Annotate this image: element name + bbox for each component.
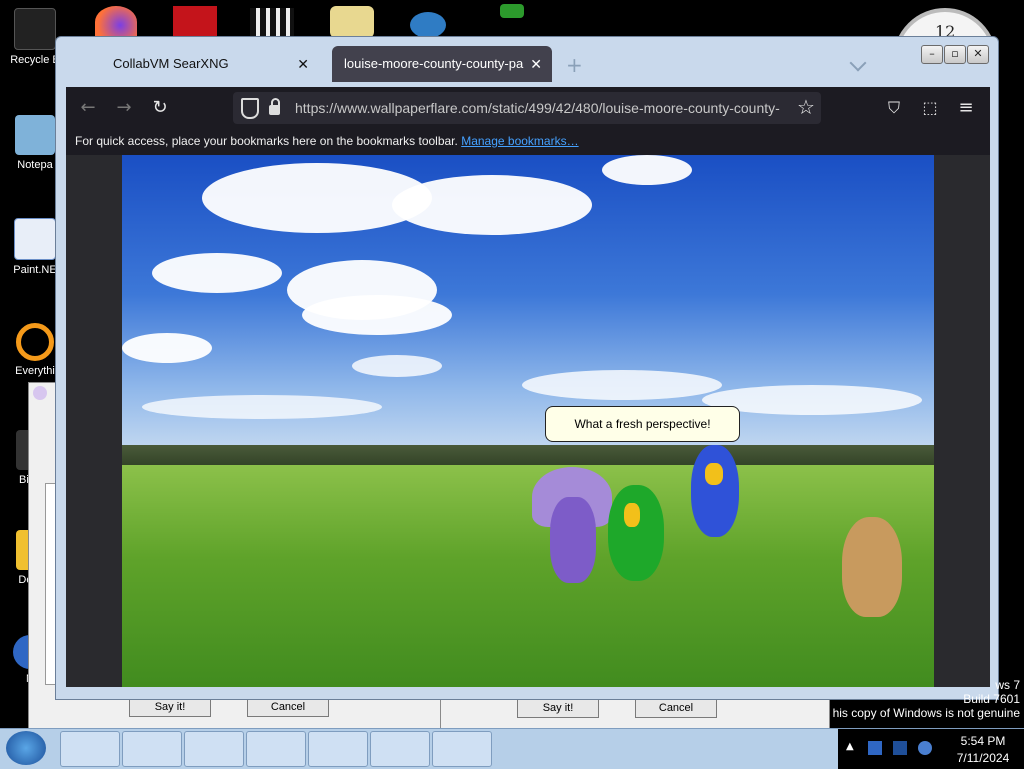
watermark-line-3: his copy of Windows is not genuine: [832, 706, 1020, 720]
lock-shackle: [271, 98, 280, 107]
tab-close-icon[interactable]: ✕: [530, 46, 542, 82]
manage-bookmarks-link[interactable]: Manage bookmarks…: [461, 134, 578, 148]
grass: [122, 465, 934, 687]
paintnet-icon: [14, 218, 56, 260]
app-desktop-icon[interactable]: [410, 12, 446, 38]
wallpaper-image: [122, 155, 934, 687]
hamster-character[interactable]: [842, 517, 902, 617]
agent-desktop-icon[interactable]: [330, 6, 374, 38]
bird-body: [691, 445, 739, 537]
cloud: [122, 333, 212, 363]
browser-chrome: ← → ↻ https://www.wallpaperflare.com/sta…: [66, 87, 990, 687]
tray-arrow-icon[interactable]: ▲: [846, 741, 854, 752]
new-tab-button[interactable]: +: [566, 53, 583, 77]
tray-date[interactable]: 7/11/2024: [948, 751, 1018, 765]
desktop-icon-label: Paint.NE: [13, 264, 57, 276]
dialog-icon: [33, 386, 47, 400]
taskbar-item-agent-1[interactable]: [184, 731, 244, 767]
extensions-icon[interactable]: ⬚: [917, 95, 943, 121]
taskbar-item-agent-2[interactable]: [308, 731, 368, 767]
taskbar-item-terminal[interactable]: [60, 731, 120, 767]
forward-arrow-icon[interactable]: →: [111, 95, 137, 121]
say-it-button[interactable]: Say it!: [129, 697, 211, 717]
say-it-button[interactable]: Say it!: [517, 698, 599, 718]
network-icon[interactable]: [893, 741, 907, 755]
desktop-icon-label: Notepa: [17, 159, 53, 171]
taskbar-item-firefox[interactable]: [432, 731, 492, 767]
reload-icon[interactable]: ↻: [147, 95, 173, 121]
cloud: [352, 355, 442, 377]
firefox-desktop-icon[interactable]: [95, 6, 137, 38]
tab-label: louise-moore-county-county-park: [344, 56, 524, 71]
desktop-icon-label: Recycle B: [10, 54, 60, 66]
watermark-line-1: ws 7: [995, 678, 1020, 692]
cloud: [152, 253, 282, 293]
media-desktop-icon[interactable]: [250, 8, 294, 38]
watermark-line-2: Build 7601: [963, 692, 1020, 706]
back-arrow-icon[interactable]: ←: [75, 95, 101, 121]
close-button[interactable]: ✕: [967, 45, 989, 64]
taskbar-item-explorer[interactable]: [370, 731, 430, 767]
tab-close-icon[interactable]: ✕: [297, 46, 309, 82]
cloud: [392, 175, 592, 235]
maximize-button[interactable]: ▫: [944, 45, 966, 64]
tray-time[interactable]: 5:54 PM: [948, 734, 1018, 748]
volume-icon[interactable]: [918, 741, 932, 755]
bonzi-purple-character[interactable]: [532, 467, 612, 585]
address-bar[interactable]: https://www.wallpaperflare.com/static/49…: [233, 92, 821, 124]
taskbar: ▲ 5:54 PM 7/11/2024: [0, 728, 1024, 769]
tray-app-icon[interactable]: [868, 741, 882, 755]
bookmark-star-icon[interactable]: ☆: [797, 95, 815, 119]
bookmarks-toolbar: For quick access, place your bookmarks h…: [66, 129, 990, 153]
speech-bubble: What a fresh perspective!: [545, 406, 740, 442]
cancel-button[interactable]: Cancel: [635, 698, 717, 718]
cancel-button[interactable]: Cancel: [247, 697, 329, 717]
page-content: What a fresh perspective!: [66, 155, 990, 687]
cloud: [142, 395, 382, 419]
parrot-body: [608, 485, 664, 581]
browser-window: CollabVM SearXNG ✕ louise-moore-county-c…: [55, 36, 999, 700]
taskbar-item-bonzi[interactable]: [246, 731, 306, 767]
shield-icon[interactable]: [241, 98, 259, 119]
minimize-button[interactable]: –: [921, 45, 943, 64]
pocket-icon[interactable]: ⛉: [881, 95, 907, 121]
tab-louise-moore[interactable]: louise-moore-county-county-park ✕: [332, 46, 552, 82]
bird-beak: [705, 463, 723, 485]
cloud: [522, 370, 722, 400]
recycle-bin-icon: [14, 8, 56, 50]
cloud: [302, 295, 452, 335]
taskbar-item-media[interactable]: [122, 731, 182, 767]
desktop-icon-label: Everythi: [15, 365, 55, 377]
list-tabs-chevron-icon[interactable]: [849, 54, 867, 72]
green-parrot-character[interactable]: [602, 485, 668, 585]
menu-icon[interactable]: ≡: [953, 95, 979, 121]
bookmarks-message: For quick access, place your bookmarks h…: [75, 134, 458, 148]
gadget-icon: [500, 4, 524, 18]
tab-label: CollabVM SearXNG: [113, 56, 229, 71]
parrot-beak: [624, 503, 640, 527]
notepad-icon: [15, 115, 55, 155]
magnifier-icon: [16, 323, 54, 361]
system-tray: ▲ 5:54 PM 7/11/2024: [838, 729, 1024, 769]
blue-bird-character[interactable]: [687, 445, 743, 545]
bonzi-body: [550, 497, 596, 583]
tab-collabvm-searxng[interactable]: CollabVM SearXNG ✕: [101, 46, 319, 82]
url-text[interactable]: https://www.wallpaperflare.com/static/49…: [295, 92, 795, 124]
acrobat-desktop-icon[interactable]: [173, 6, 217, 38]
cloud: [602, 155, 692, 185]
windows-watermark: ws 7 Build 7601 his copy of Windows is n…: [830, 678, 1020, 720]
start-button[interactable]: [6, 731, 46, 765]
